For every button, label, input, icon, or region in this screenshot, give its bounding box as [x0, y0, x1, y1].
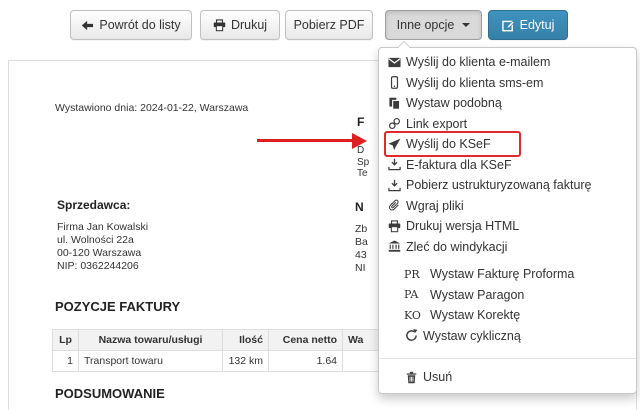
seller-address: Firma Jan Kowalski ul. Wolności 22a 00-1… — [57, 221, 148, 273]
download-icon — [387, 158, 401, 171]
seller-city: 00-120 Warszawa — [57, 247, 142, 259]
menu-item-6[interactable]: Pobierz ustrukturyzowaną fakturę — [379, 175, 636, 196]
trash-icon — [404, 371, 418, 384]
annotation-arrow-head — [352, 132, 367, 149]
menu-item-8[interactable]: Drukuj wersja HTML — [379, 216, 636, 237]
table-header-cell: Cena netto — [268, 329, 343, 351]
menu-item-label: Wystaw Korektę — [430, 308, 521, 323]
more-options-button[interactable]: Inne opcje — [385, 10, 482, 40]
table-header-cell: Ilość — [222, 329, 269, 351]
table-cell: Transport towaru — [78, 350, 223, 372]
back-to-list-button[interactable]: Powrót do listy — [70, 10, 192, 40]
invoice-page: Powrót do listy Drukuj Pobierz PDF Inne … — [0, 0, 640, 410]
seller-street: ul. Wolności 22a — [57, 234, 134, 246]
caret-down-icon — [462, 23, 471, 27]
dropdown-menu-list: Wyślij do klienta e-mailem Wyślij do klie… — [379, 52, 636, 388]
table-header-cell: Nazwa towaru/usługi — [78, 329, 223, 351]
printer-icon — [387, 220, 401, 233]
issued-date-line: Wystawiono dnia: 2024-01-22, Warszawa — [55, 102, 249, 114]
letter-icon: PR — [404, 267, 420, 281]
edit-button[interactable]: Edytuj — [488, 10, 568, 40]
more-options-label: Inne opcje — [396, 18, 455, 32]
menu-item-13[interactable]: Wystaw cykliczną — [379, 326, 636, 347]
menu-item-label: Drukuj wersja HTML — [406, 219, 520, 234]
seller-nip: NIP: 0362244206 — [57, 260, 139, 272]
copy-icon — [387, 97, 401, 110]
invoice-meta-partial: D Sp Te — [357, 145, 370, 179]
menu-item-label: E-faktura dla KSeF — [406, 157, 512, 172]
menu-item-1[interactable]: Wyślij do klienta sms-em — [379, 73, 636, 94]
menu-item-label: Wyślij do klienta e-mailem — [406, 55, 551, 70]
menu-item-label: Wystaw Fakturę Proforma — [430, 267, 575, 282]
table-header-cell: Lp — [52, 329, 79, 351]
menu-item-12[interactable]: KO Wystaw Korektę — [379, 305, 636, 326]
envelope-icon — [387, 56, 401, 69]
printer-icon — [213, 18, 226, 32]
menu-item-10[interactable]: PR Wystaw Fakturę Proforma — [379, 264, 636, 285]
menu-item-2[interactable]: Wystaw podobną — [379, 93, 636, 114]
menu-item-label: Usuń — [423, 370, 453, 385]
menu-item-label: Pobierz ustrukturyzowaną fakturę — [406, 178, 592, 193]
download-icon — [387, 179, 401, 192]
menu-item-7[interactable]: Wgraj pliki — [379, 196, 636, 217]
print-button[interactable]: Drukuj — [200, 10, 280, 40]
menu-item-0[interactable]: Wyślij do klienta e-mailem — [379, 52, 636, 73]
edit-icon — [501, 19, 515, 32]
paperclip-icon — [387, 199, 401, 212]
menu-item-5[interactable]: E-faktura dla KSeF — [379, 155, 636, 176]
download-pdf-label: Pobierz PDF — [293, 18, 365, 32]
print-label: Drukuj — [230, 18, 268, 32]
items-section-heading: POZYCJE FAKTURY — [55, 299, 181, 314]
buyer-heading-partial: N — [355, 200, 364, 214]
refresh-icon — [404, 329, 418, 342]
menu-item-label: Wystaw Paragon — [430, 287, 525, 302]
table-cell: 1.64 — [268, 350, 343, 372]
menu-item-label: Wystaw podobną — [406, 96, 502, 111]
more-options-dropdown: Wyślij do klienta e-mailem Wyślij do klie… — [378, 41, 637, 394]
mobile-icon — [387, 76, 401, 90]
paper-plane-icon — [387, 138, 401, 151]
seller-heading: Sprzedawca: — [57, 198, 131, 212]
back-to-list-label: Powrót do listy — [99, 18, 181, 32]
menu-item-14[interactable]: Usuń — [379, 367, 636, 388]
letter-icon: PA — [404, 288, 419, 302]
menu-item-label: Zleć do windykacji — [406, 239, 508, 254]
menu-divider — [379, 358, 636, 359]
menu-item-label: Wyślij do KSeF — [406, 137, 491, 152]
menu-item-4[interactable]: Wyślij do KSeF — [379, 131, 636, 157]
menu-item-label: Link export — [406, 116, 468, 131]
seller-name: Firma Jan Kowalski — [57, 221, 149, 233]
table-cell: 1 — [52, 350, 79, 372]
menu-item-label: Wyślij do klienta sms-em — [406, 75, 544, 90]
menu-item-3[interactable]: Link export — [379, 114, 636, 135]
menu-item-label: Wgraj pliki — [406, 198, 464, 213]
bank-icon — [387, 240, 401, 253]
letter-icon: KO — [404, 308, 421, 322]
menu-item-9[interactable]: Zleć do windykacji — [379, 237, 636, 258]
table-cell: 132 km — [222, 350, 269, 372]
annotation-arrow-line — [257, 139, 354, 142]
summary-section-heading: PODSUMOWANIE — [55, 386, 165, 401]
edit-label: Edytuj — [519, 18, 555, 32]
link-icon — [387, 117, 401, 130]
menu-item-11[interactable]: PA Wystaw Paragon — [379, 285, 636, 306]
menu-item-label: Wystaw cykliczną — [423, 328, 521, 343]
arrow-left-icon — [81, 19, 94, 32]
invoice-title-partial: F — [357, 115, 365, 129]
download-pdf-button[interactable]: Pobierz PDF — [285, 10, 373, 40]
buyer-address-partial: Zb Ba 43 NI — [355, 223, 368, 274]
